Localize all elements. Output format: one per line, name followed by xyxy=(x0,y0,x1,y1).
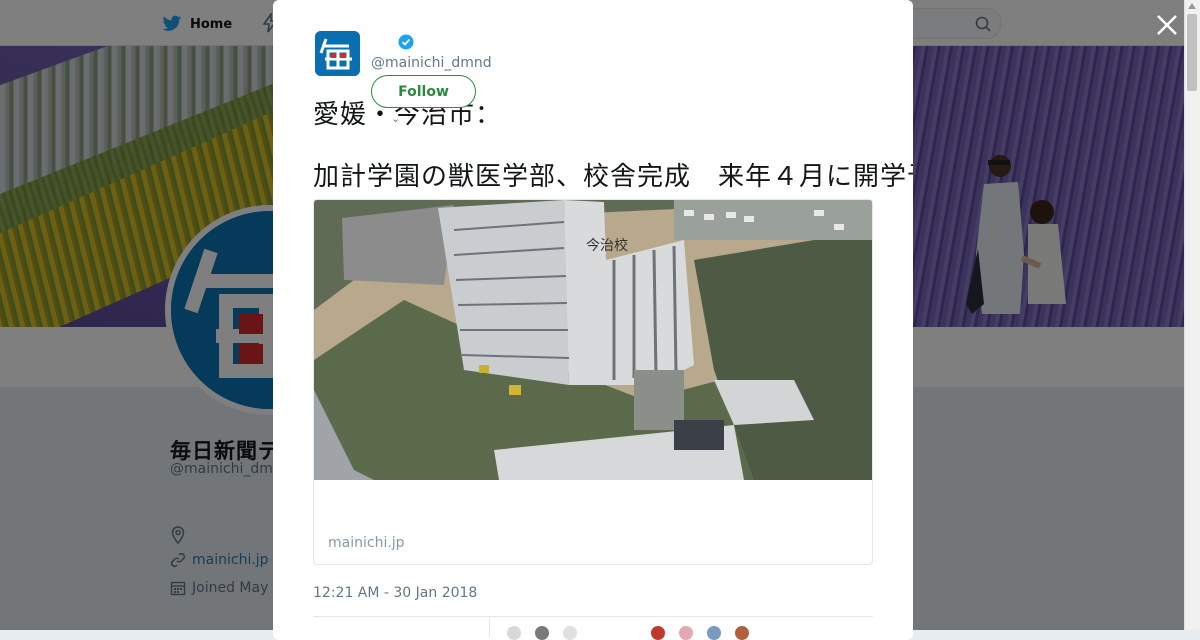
scrollbar[interactable] xyxy=(1184,0,1200,630)
verified-badge-icon xyxy=(398,34,414,50)
liker-avatar[interactable] xyxy=(733,624,751,640)
liker-avatar[interactable] xyxy=(649,624,667,640)
tweet-author-avatar[interactable] xyxy=(315,31,360,76)
liker-avatar[interactable] xyxy=(677,624,695,640)
tweet-stats-divider xyxy=(313,616,873,617)
link-preview-domain: mainichi.jp xyxy=(328,535,405,551)
liker-avatar[interactable] xyxy=(705,624,723,640)
tweet-author-handle[interactable]: @mainichi_dmnd xyxy=(371,55,492,71)
liker-avatar[interactable] xyxy=(533,624,551,640)
scrollbar-thumb[interactable] xyxy=(1187,14,1197,91)
link-preview-image: 今治校 xyxy=(314,200,872,480)
follow-button[interactable]: Follow xyxy=(371,75,476,108)
link-preview-card[interactable]: 今治校 mainichi.jp xyxy=(313,199,873,565)
chevron-down-icon[interactable]: ⌄ xyxy=(391,112,400,125)
tweet-timestamp[interactable]: 12:21 AM - 30 Jan 2018 xyxy=(313,585,477,601)
tweet-modal: @mainichi_dmnd 愛媛・今治市： Follow ⌄ 加計学園の獣医学… xyxy=(273,0,913,640)
tweet-text-line-2: 加計学園の獣医学部、校舎完成 来年４月に開学予定 - 毎日新聞 xyxy=(313,162,913,192)
liker-avatar[interactable] xyxy=(505,624,523,640)
scroll-up-arrow[interactable] xyxy=(1188,3,1196,9)
building-sign-text: 今治校 xyxy=(586,237,628,254)
stats-vertical-divider xyxy=(489,617,490,637)
liker-avatar[interactable] xyxy=(561,624,579,640)
close-icon[interactable] xyxy=(1152,10,1182,40)
